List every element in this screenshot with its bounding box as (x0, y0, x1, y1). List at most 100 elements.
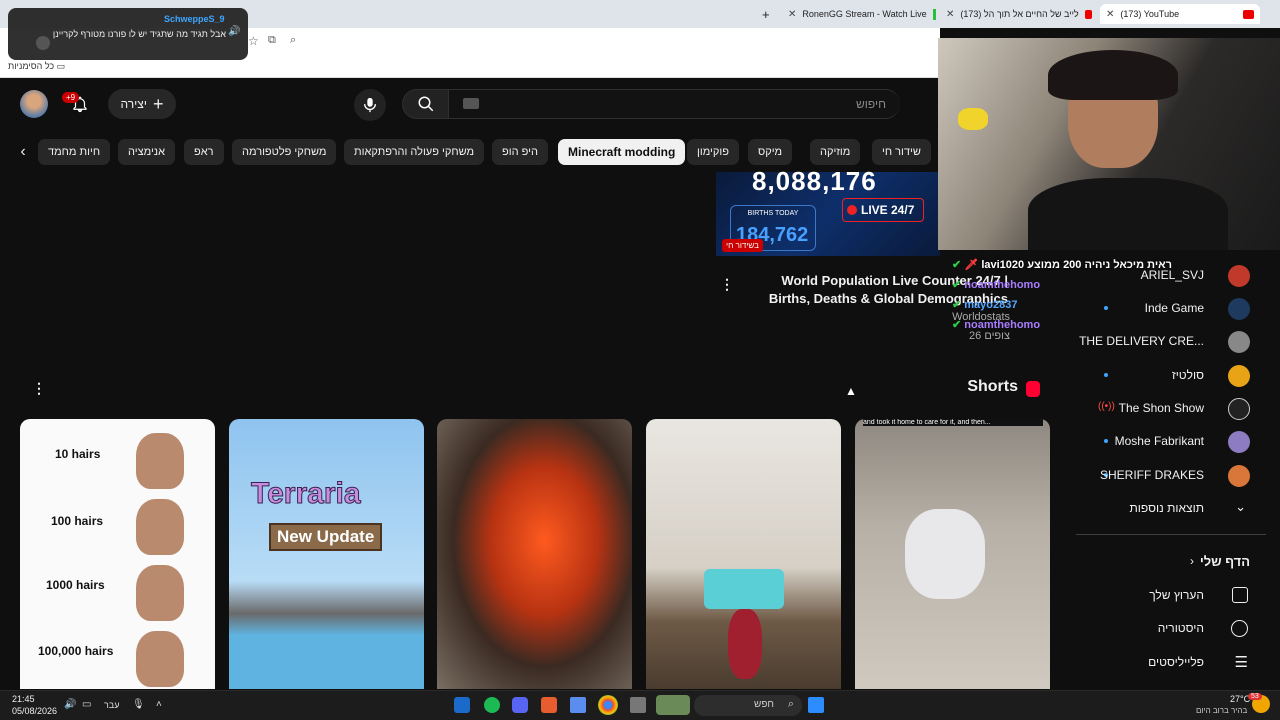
chip-pokemon[interactable]: פוקימון (687, 139, 739, 165)
sidebar-item-sheriff-drakes[interactable]: SHERIFF DRAKES (1080, 460, 1260, 492)
live-247-label: LIVE 24/7 (861, 203, 915, 217)
chat-badge-icon: ✔ (952, 299, 962, 311)
notepad-app-icon[interactable] (570, 697, 586, 713)
short-card-4[interactable] (646, 419, 841, 689)
mic-tray-icon[interactable]: 🎙 (132, 699, 145, 710)
stream-chat-line: ✔ 🗡 lavi1020 ראית מיכאל ניהיה 200 ממוצע (952, 258, 1172, 271)
sidebar-item-your-channel[interactable]: הערוץ שלך (1080, 580, 1260, 612)
sidebar-item-delivery-crew[interactable]: THE DELIVERY CRE... (1079, 326, 1260, 358)
playlist-icon: ☰ (1234, 654, 1248, 671)
close-tab-icon[interactable]: ✕ (788, 9, 796, 20)
youtube-favicon-icon (1243, 9, 1254, 19)
short-2-line-1: Terraria (251, 477, 362, 511)
chip-minecraft-modding[interactable]: Minecraft modding (558, 139, 686, 165)
voice-search-button[interactable] (354, 89, 386, 121)
chevron-up-icon[interactable]: ˄ (156, 699, 162, 710)
face-image (136, 631, 184, 687)
search-input[interactable]: חיפוש (448, 89, 900, 119)
speaker-icon: 🔊 (228, 26, 241, 37)
tab-twitch[interactable]: ✕ RonenGG Stream - Watch Live (788, 4, 936, 24)
video-views: 26 צופים (969, 330, 1010, 342)
short-5-caption: and took it home to care for it, and the… (863, 419, 1043, 426)
short-card-1[interactable]: 10 hairs 100 hairs 1000 hairs 100,000 ha… (20, 419, 215, 689)
chip-rap[interactable]: ראפ (184, 139, 224, 165)
chip-platformer[interactable]: משחקי פלטפורמה (232, 139, 337, 165)
chip-pets[interactable]: חיות מחמד (38, 139, 111, 165)
weather-badge: 53 (1248, 693, 1262, 700)
keyboard-icon[interactable] (463, 98, 479, 109)
sidebar-item-inde-game[interactable]: Inde Game (1080, 293, 1260, 325)
language-indicator[interactable]: עבר (104, 700, 119, 710)
close-tab-icon[interactable]: ✕ (946, 9, 954, 20)
bed-image (704, 569, 784, 609)
chip-live[interactable]: שידור חי (872, 139, 931, 165)
steam-app-icon[interactable] (454, 697, 470, 713)
tab-youtube[interactable]: ✕ (173) YouTube (1100, 4, 1260, 24)
sidebar-item-playlists[interactable]: פלייליסטים ☰ (1080, 647, 1260, 679)
chips-prev-button[interactable]: ‹ (12, 139, 34, 165)
file-explorer-app-icon[interactable] (630, 697, 646, 713)
sidebar-you-section[interactable]: הדף שלי › (1080, 546, 1260, 578)
chip-mix[interactable]: מיקס (748, 139, 793, 165)
chat-user: noamthehomo (964, 319, 1041, 331)
chevron-right-icon: › (1190, 554, 1194, 568)
close-tab-icon[interactable]: ✕ (1106, 9, 1114, 20)
microphone-icon (364, 97, 376, 113)
channel-avatar (1228, 365, 1250, 387)
sidebar-item-label: היסטוריה (1157, 621, 1204, 635)
taskbar-time[interactable]: 21:45 (12, 694, 35, 704)
chip-action-adventure[interactable]: משחקי פעולה והרפתקאות (344, 139, 485, 165)
chip-music[interactable]: מוזיקה (810, 139, 861, 165)
spotify-app-icon[interactable] (484, 697, 500, 713)
face-image (136, 565, 184, 621)
short-1-line-4: 100,000 hairs (38, 644, 114, 658)
person-image (728, 609, 762, 679)
cursor-icon: ▲ (845, 384, 857, 398)
windows-start-icon[interactable] (808, 697, 824, 713)
chrome-app-icon[interactable] (598, 695, 618, 715)
sidebar-show-more[interactable]: תוצאות נוספות ⌄ (1080, 493, 1260, 525)
you-section-label: הדף שלי (1199, 554, 1250, 569)
star-icon[interactable]: ☆ (248, 34, 259, 48)
short-card-2[interactable]: Terraria New Update (229, 419, 424, 689)
sidebar-item-the-shon-show[interactable]: ((•)) The Shon Show (1080, 393, 1260, 425)
sidebar-divider (1076, 534, 1266, 535)
sidebar-item-label: פלייליסטים (1148, 655, 1204, 669)
all-bookmarks-link[interactable]: כל הסימניות ▭ (8, 61, 65, 72)
zoom-icon[interactable]: ⌕ (290, 34, 296, 47)
shorts-title: Shorts (967, 378, 1018, 395)
sidebar-item-label: Moshe Fabrikant (1114, 434, 1204, 448)
stream-chat-line: ✔ noamthehomo (952, 318, 1040, 331)
create-button[interactable]: יצירה + (108, 89, 176, 119)
avatar[interactable] (20, 90, 48, 118)
video-menu-icon[interactable]: ⋮ (720, 276, 734, 293)
sidebar-item-soltiz[interactable]: סולטיז (1080, 360, 1260, 392)
channel-avatar (1228, 331, 1250, 353)
discord-app-icon[interactable] (512, 697, 528, 713)
chat-user: mayo2837 (964, 299, 1018, 311)
sidebar-item-moshe-fabrikant[interactable]: Moshe Fabrikant (1080, 426, 1260, 458)
tab-live-2[interactable]: ✕ (173) לייב של החיים אל תוך הל (946, 4, 1092, 24)
volume-icon[interactable]: 🔊 (64, 699, 76, 710)
shorts-logo-icon (1026, 381, 1040, 397)
widget-app-icon[interactable] (656, 695, 690, 715)
taskbar-search[interactable]: חפש ⌕ (694, 695, 802, 716)
search-button[interactable] (402, 89, 450, 119)
sidebar-item-label: הערוץ שלך (1149, 588, 1204, 602)
new-content-dot (1104, 306, 1108, 310)
sidebar-item-label: THE DELIVERY CRE... (1079, 334, 1204, 348)
history-icon (1231, 620, 1248, 637)
sidebar-item-history[interactable]: היסטוריה (1080, 613, 1260, 645)
share-icon[interactable]: ⧉ (268, 34, 276, 47)
new-tab-button[interactable]: + (762, 4, 776, 24)
tab-title: RonenGG Stream - Watch Live (802, 9, 927, 19)
taskbar-date[interactable]: 05/08/2026 (12, 706, 57, 716)
chip-hiphop[interactable]: היפ הופ (492, 139, 548, 165)
chip-animation[interactable]: אנימציה (118, 139, 175, 165)
shorts-menu-icon[interactable]: ⋮ (32, 380, 46, 397)
short-card-3[interactable] (437, 419, 632, 689)
network-icon[interactable]: ▭ (82, 699, 91, 710)
app-icon[interactable] (541, 697, 557, 713)
tab-title: (173) לייב של החיים אל תוך הל (960, 9, 1079, 19)
short-card-5[interactable]: and took it home to care for it, and the… (855, 419, 1050, 689)
